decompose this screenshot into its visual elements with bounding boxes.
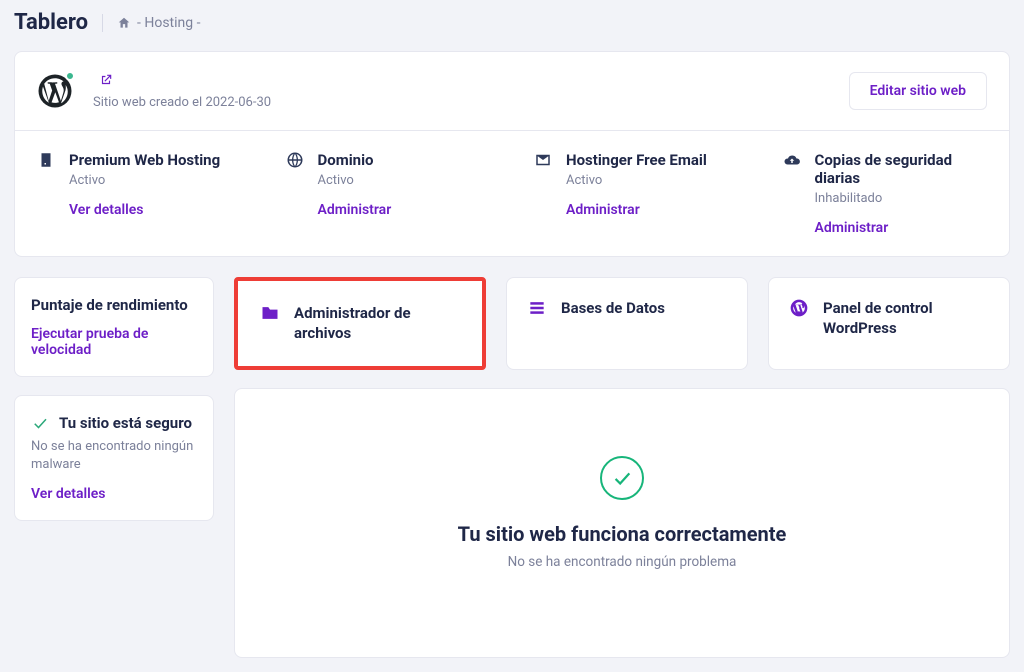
site-header: Sitio web creado el 2022-06-30 Editar si…	[15, 52, 1009, 130]
feature-link-manage[interactable]: Administrar	[318, 202, 392, 218]
edit-site-button[interactable]: Editar sitio web	[849, 72, 987, 110]
globe-icon	[286, 151, 304, 169]
site-status-card: Tu sitio web funciona correctamente No s…	[234, 388, 1010, 658]
security-details-link[interactable]: Ver detalles	[31, 486, 105, 502]
status-dot-icon	[65, 71, 75, 81]
feature-title: Dominio	[318, 151, 392, 169]
tool-wordpress-panel[interactable]: Panel de control WordPress	[768, 277, 1010, 370]
tool-file-manager[interactable]: Administrador de archivos	[234, 277, 486, 370]
feature-status: Activo	[566, 173, 707, 188]
performance-title: Puntaje de rendimiento	[31, 296, 197, 314]
site-created-text: Sitio web creado el 2022-06-30	[93, 95, 271, 110]
performance-card: Puntaje de rendimiento Ejecutar prueba d…	[14, 277, 214, 377]
tool-label: Panel de control WordPress	[823, 298, 989, 339]
tool-row: Administrador de archivos Bases de Datos…	[234, 277, 1010, 370]
feature-link-manage[interactable]: Administrar	[815, 220, 889, 236]
home-icon	[117, 16, 131, 30]
site-info: Sitio web creado el 2022-06-30	[93, 72, 271, 110]
feature-status: Activo	[318, 173, 392, 188]
security-title: Tu sitio está seguro	[59, 414, 192, 432]
feature-status: Activo	[69, 173, 220, 188]
feature-title: Copias de seguridad diarias	[815, 151, 988, 187]
security-card: Tu sitio está seguro No se ha encontrado…	[14, 395, 214, 521]
check-icon	[31, 414, 49, 432]
wordpress-logo	[37, 73, 73, 109]
feature-backups: Copias de seguridad diarias Inhabilitado…	[761, 131, 1010, 256]
status-ok-circle-icon	[600, 456, 644, 500]
tool-label: Bases de Datos	[561, 298, 665, 318]
separator	[102, 14, 103, 32]
database-icon	[527, 298, 547, 318]
status-title: Tu sitio web funciona correctamente	[458, 522, 787, 546]
title-bar: Tablero - Hosting -	[14, 0, 1010, 51]
breadcrumb-label: - Hosting -	[137, 15, 200, 31]
tool-label: Administrador de archivos	[294, 303, 460, 344]
feature-domain: Dominio Activo Administrar	[264, 131, 513, 256]
feature-title: Hostinger Free Email	[566, 151, 707, 169]
feature-title: Premium Web Hosting	[69, 151, 220, 169]
mail-icon	[534, 151, 552, 169]
folder-icon	[260, 303, 280, 323]
feature-link-details[interactable]: Ver detalles	[69, 202, 143, 218]
site-card: Sitio web creado el 2022-06-30 Editar si…	[14, 51, 1010, 257]
wordpress-icon	[789, 298, 809, 318]
run-speed-test-link[interactable]: Ejecutar prueba de velocidad	[31, 326, 197, 358]
status-subtitle: No se ha encontrado ningún problema	[508, 554, 737, 570]
page-title: Tablero	[14, 10, 88, 35]
site-features-row: Premium Web Hosting Activo Ver detalles …	[15, 130, 1009, 256]
tool-databases[interactable]: Bases de Datos	[506, 277, 748, 370]
feature-email: Hostinger Free Email Activo Administrar	[512, 131, 761, 256]
site-domain-line[interactable]	[93, 72, 271, 92]
security-text: No se ha encontrado ningún malware	[31, 438, 197, 474]
breadcrumb[interactable]: - Hosting -	[117, 15, 200, 31]
cloud-backup-icon	[783, 151, 801, 169]
external-link-icon	[99, 73, 113, 87]
server-icon	[37, 151, 55, 169]
feature-status: Inhabilitado	[815, 191, 988, 206]
feature-premium-hosting: Premium Web Hosting Activo Ver detalles	[15, 131, 264, 256]
feature-link-manage[interactable]: Administrar	[566, 202, 640, 218]
